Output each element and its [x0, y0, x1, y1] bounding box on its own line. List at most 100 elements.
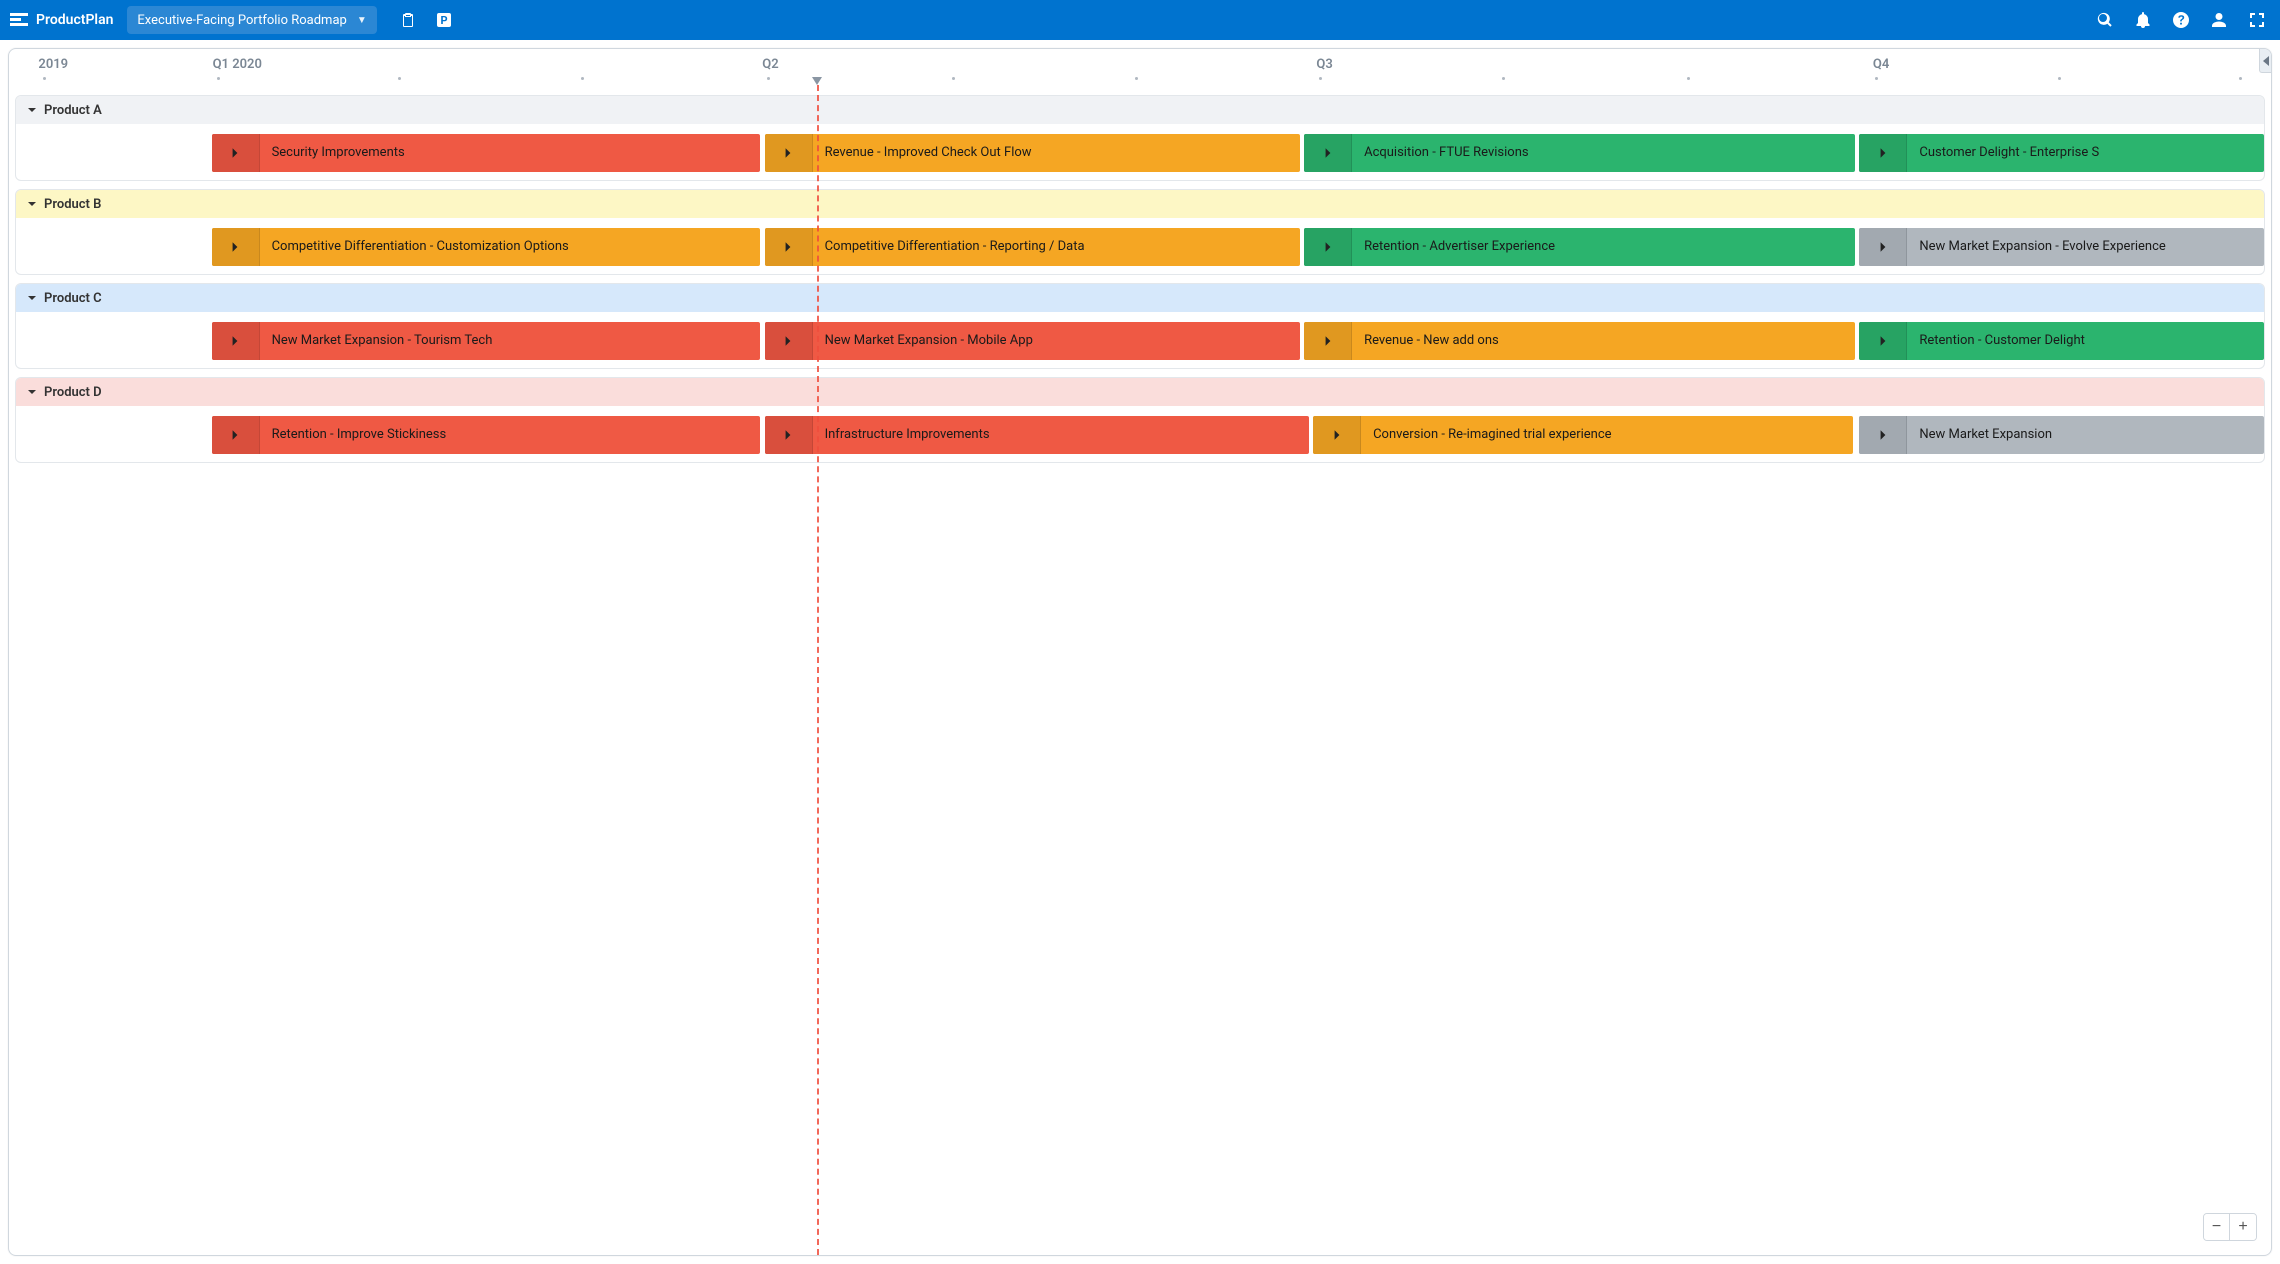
lanes-container: Product ASecurity ImprovementsRevenue - …	[9, 89, 2271, 471]
lane-body: Security ImprovementsRevenue - Improved …	[16, 124, 2264, 180]
roadmap-bar[interactable]: Customer Delight - Enterprise S	[1859, 134, 2264, 172]
chevron-right-icon[interactable]	[212, 228, 260, 266]
roadmap-bar[interactable]: Security Improvements	[212, 134, 761, 172]
timeline-tick	[1875, 77, 1878, 80]
roadmap-bar[interactable]: Infrastructure Improvements	[765, 416, 1309, 454]
topbar-right	[2092, 7, 2270, 33]
fullscreen-icon[interactable]	[2244, 7, 2270, 33]
lane-header[interactable]: Product D	[16, 378, 2264, 406]
roadmap-bar[interactable]: New Market Expansion - Evolve Experience	[1859, 228, 2264, 266]
zoom-in-button[interactable]: +	[2230, 1214, 2256, 1240]
chevron-right-icon[interactable]	[1304, 322, 1352, 360]
chevron-down-icon: ▼	[357, 15, 367, 26]
chevron-right-icon[interactable]	[1859, 228, 1907, 266]
lane: Product A Security ImprovementsRevenue - …	[15, 95, 2265, 181]
roadmap-bar-label: Competitive Differentiation - Customizat…	[260, 228, 761, 266]
timeline-tick	[2058, 77, 2061, 80]
lane-body: Retention - Improve StickinessInfrastruc…	[16, 406, 2264, 462]
chevron-right-icon[interactable]	[212, 134, 260, 172]
roadmap-bar[interactable]: Retention - Advertiser Experience	[1304, 228, 1855, 266]
lane-title: Product C	[44, 291, 102, 306]
parking-lot-icon[interactable]: P	[431, 7, 457, 33]
brand: ProductPlan	[10, 12, 113, 28]
timeline-label: 2019	[38, 57, 68, 72]
svg-text:P: P	[440, 14, 447, 27]
roadmap-bar-label: Retention - Customer Delight	[1907, 322, 2264, 360]
roadmap-bar-label: Security Improvements	[260, 134, 761, 172]
roadmap-bar-label: Customer Delight - Enterprise S	[1907, 134, 2264, 172]
roadmap-bar[interactable]: New Market Expansion	[1859, 416, 2264, 454]
roadmap-bar[interactable]: Revenue - New add ons	[1304, 322, 1855, 360]
chevron-down-icon	[26, 386, 38, 398]
roadmap-bar[interactable]: Conversion - Re-imagined trial experienc…	[1313, 416, 1853, 454]
chevron-right-icon[interactable]	[765, 322, 813, 360]
chevron-right-icon[interactable]	[1859, 416, 1907, 454]
chevron-right-icon[interactable]	[1859, 134, 1907, 172]
roadmap-bar[interactable]: Retention - Customer Delight	[1859, 322, 2264, 360]
lane-header[interactable]: Product C	[16, 284, 2264, 312]
lane-header[interactable]: Product A	[16, 96, 2264, 124]
clipboard-icon[interactable]	[395, 7, 421, 33]
chevron-right-icon[interactable]	[212, 322, 260, 360]
timeline-label: Q1 2020	[213, 57, 262, 72]
roadmap-canvas[interactable]: 2019Q1 2020Q2Q3Q4 Product ASecurity Impr…	[8, 48, 2272, 1256]
chevron-right-icon[interactable]	[1313, 416, 1361, 454]
brand-icon	[10, 13, 28, 27]
timeline-tick	[1502, 77, 1505, 80]
roadmap-bar-label: Acquisition - FTUE Revisions	[1352, 134, 1855, 172]
lane-body: New Market Expansion - Tourism Tech New M…	[16, 312, 2264, 368]
chevron-right-icon[interactable]	[1304, 134, 1352, 172]
search-icon[interactable]	[2092, 7, 2118, 33]
timeline-tick	[1319, 77, 1322, 80]
lane: Product C New Market Expansion - Tourism …	[15, 283, 2265, 369]
today-marker-icon	[812, 77, 822, 85]
zoom-controls: − +	[2203, 1213, 2257, 1241]
chevron-right-icon[interactable]	[1859, 322, 1907, 360]
lane: Product D Retention - Improve StickinessI…	[15, 377, 2265, 463]
lane-title: Product A	[44, 103, 102, 118]
zoom-out-button[interactable]: −	[2204, 1214, 2230, 1240]
chevron-right-icon[interactable]	[765, 228, 813, 266]
help-icon[interactable]	[2168, 7, 2194, 33]
timeline-tick	[398, 77, 401, 80]
roadmap-selector[interactable]: Executive-Facing Portfolio Roadmap ▼	[127, 6, 376, 34]
roadmap-bar[interactable]: New Market Expansion - Mobile App	[765, 322, 1300, 360]
timeline-tick	[2239, 77, 2242, 80]
chevron-down-icon	[26, 198, 38, 210]
roadmap-bar-label: New Market Expansion - Tourism Tech	[260, 322, 761, 360]
roadmap-name: Executive-Facing Portfolio Roadmap	[137, 13, 346, 28]
lane-body: Competitive Differentiation - Customizat…	[16, 218, 2264, 274]
roadmap-bar[interactable]: New Market Expansion - Tourism Tech	[212, 322, 761, 360]
roadmap-bar[interactable]: Revenue - Improved Check Out Flow	[765, 134, 1300, 172]
roadmap-bar-label: New Market Expansion - Evolve Experience	[1907, 228, 2264, 266]
chevron-right-icon[interactable]	[765, 416, 813, 454]
roadmap-bar-label: Retention - Advertiser Experience	[1352, 228, 1855, 266]
roadmap-bar[interactable]: Acquisition - FTUE Revisions	[1304, 134, 1855, 172]
roadmap-bar[interactable]: Retention - Improve Stickiness	[212, 416, 761, 454]
lane-header[interactable]: Product B	[16, 190, 2264, 218]
roadmap-bar[interactable]: Competitive Differentiation - Reporting …	[765, 228, 1300, 266]
lane-title: Product B	[44, 197, 101, 212]
chevron-right-icon[interactable]	[1304, 228, 1352, 266]
roadmap-bar-label: New Market Expansion - Mobile App	[813, 322, 1300, 360]
roadmap-bar-label: Competitive Differentiation - Reporting …	[813, 228, 1300, 266]
collapse-right-panel[interactable]	[2259, 49, 2271, 73]
user-icon[interactable]	[2206, 7, 2232, 33]
roadmap-bar-label: New Market Expansion	[1907, 416, 2264, 454]
bell-icon[interactable]	[2130, 7, 2156, 33]
timeline-tick	[581, 77, 584, 80]
lane: Product B Competitive Differentiation - C…	[15, 189, 2265, 275]
roadmap-bar[interactable]: Competitive Differentiation - Customizat…	[212, 228, 761, 266]
brand-label: ProductPlan	[36, 12, 113, 28]
lane-title: Product D	[44, 385, 102, 400]
timeline-tick	[43, 77, 46, 80]
timeline-tick	[952, 77, 955, 80]
roadmap-bar-label: Revenue - New add ons	[1352, 322, 1855, 360]
timeline-tick	[1135, 77, 1138, 80]
timeline-tick	[1687, 77, 1690, 80]
chevron-right-icon[interactable]	[212, 416, 260, 454]
timeline-header: 2019Q1 2020Q2Q3Q4	[9, 49, 2271, 89]
chevron-right-icon[interactable]	[765, 134, 813, 172]
chevron-down-icon	[26, 104, 38, 116]
chevron-down-icon	[26, 292, 38, 304]
